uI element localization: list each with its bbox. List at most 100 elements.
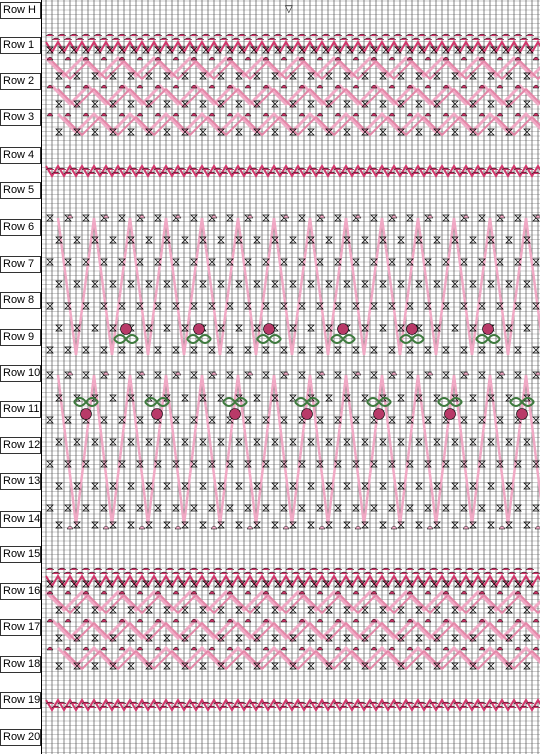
stitch — [297, 567, 307, 571]
stitch — [451, 606, 459, 614]
stitch — [501, 33, 511, 37]
stitch — [289, 236, 297, 244]
stitch — [469, 72, 477, 80]
stitch — [534, 371, 540, 376]
stitch — [69, 33, 79, 37]
stitch — [415, 72, 423, 80]
stitch — [145, 280, 153, 288]
stitch — [127, 72, 135, 80]
stitch — [357, 567, 367, 571]
stitch — [235, 280, 243, 288]
stitch — [297, 33, 307, 37]
stitch — [109, 280, 117, 288]
stitch — [469, 482, 477, 490]
stitch — [507, 37, 517, 41]
stitch — [361, 280, 369, 288]
stitch — [199, 662, 207, 670]
stitch — [253, 482, 261, 490]
stitch — [285, 567, 295, 571]
dot-row — [46, 618, 540, 623]
stitch — [199, 128, 207, 136]
stitch — [498, 214, 506, 219]
stitch — [289, 482, 297, 490]
stitch — [417, 33, 427, 37]
leaf-icon — [113, 337, 139, 344]
row-label: Row 19 — [0, 692, 41, 709]
stitch — [379, 606, 387, 614]
stitch — [127, 482, 135, 490]
stitch — [289, 394, 297, 402]
rose-icon — [80, 408, 92, 420]
stitch — [87, 37, 97, 41]
stitch — [487, 662, 495, 670]
stitch — [75, 37, 85, 41]
stitch — [343, 662, 351, 670]
stitch — [217, 394, 225, 402]
stitch — [325, 280, 333, 288]
stitch — [57, 567, 67, 571]
stitch — [181, 280, 189, 288]
stitch — [333, 567, 343, 571]
stitch — [199, 606, 207, 614]
stitch — [45, 567, 55, 571]
stitch — [99, 37, 109, 41]
stitch — [523, 324, 531, 332]
stitch — [165, 567, 175, 571]
stitch — [282, 525, 290, 530]
rose-icon — [151, 408, 163, 420]
stitch — [393, 33, 403, 37]
stitch — [195, 37, 205, 41]
stitch — [163, 100, 171, 108]
stitch — [171, 37, 181, 41]
stitch — [159, 37, 169, 41]
stitch — [354, 371, 362, 376]
stitch — [163, 606, 171, 614]
stitch — [181, 72, 189, 80]
stitch — [199, 100, 207, 108]
stitch — [309, 33, 319, 37]
stitch — [415, 606, 423, 614]
stitch — [235, 662, 243, 670]
stitch — [225, 33, 235, 37]
stitch — [181, 606, 189, 614]
stitch — [505, 482, 513, 490]
stitch — [282, 371, 290, 376]
stitch — [174, 525, 182, 530]
stitch — [415, 280, 423, 288]
stitch — [246, 525, 254, 530]
stitch — [285, 33, 295, 37]
bow-row — [55, 280, 531, 288]
stitch — [379, 100, 387, 108]
stitch — [307, 482, 315, 490]
stitch — [369, 33, 379, 37]
stitch — [271, 606, 279, 614]
row-label: Row 9 — [0, 329, 41, 346]
stitch — [489, 33, 499, 37]
stitch — [451, 280, 459, 288]
stitch — [451, 72, 459, 80]
stitch — [307, 72, 315, 80]
stitch — [123, 37, 133, 41]
stitch — [433, 482, 441, 490]
row-label: Row 10 — [0, 365, 41, 382]
stitch — [397, 394, 405, 402]
rose-icon — [193, 323, 205, 335]
stitch — [253, 236, 261, 244]
stitch — [273, 567, 283, 571]
stitch — [279, 37, 289, 41]
stitch — [55, 662, 63, 670]
stitch — [523, 100, 531, 108]
row-label: Row 20 — [0, 729, 41, 746]
cable-row — [45, 33, 535, 37]
stitch — [397, 72, 405, 80]
stitch — [513, 567, 523, 571]
row-label: Row 15 — [0, 546, 41, 563]
stitch — [459, 37, 469, 41]
cable-row — [45, 567, 535, 571]
stitch — [105, 33, 115, 37]
cable-row — [51, 37, 540, 41]
stitch — [453, 33, 463, 37]
stitch — [519, 37, 529, 41]
stitch — [109, 482, 117, 490]
stitch — [453, 567, 463, 571]
